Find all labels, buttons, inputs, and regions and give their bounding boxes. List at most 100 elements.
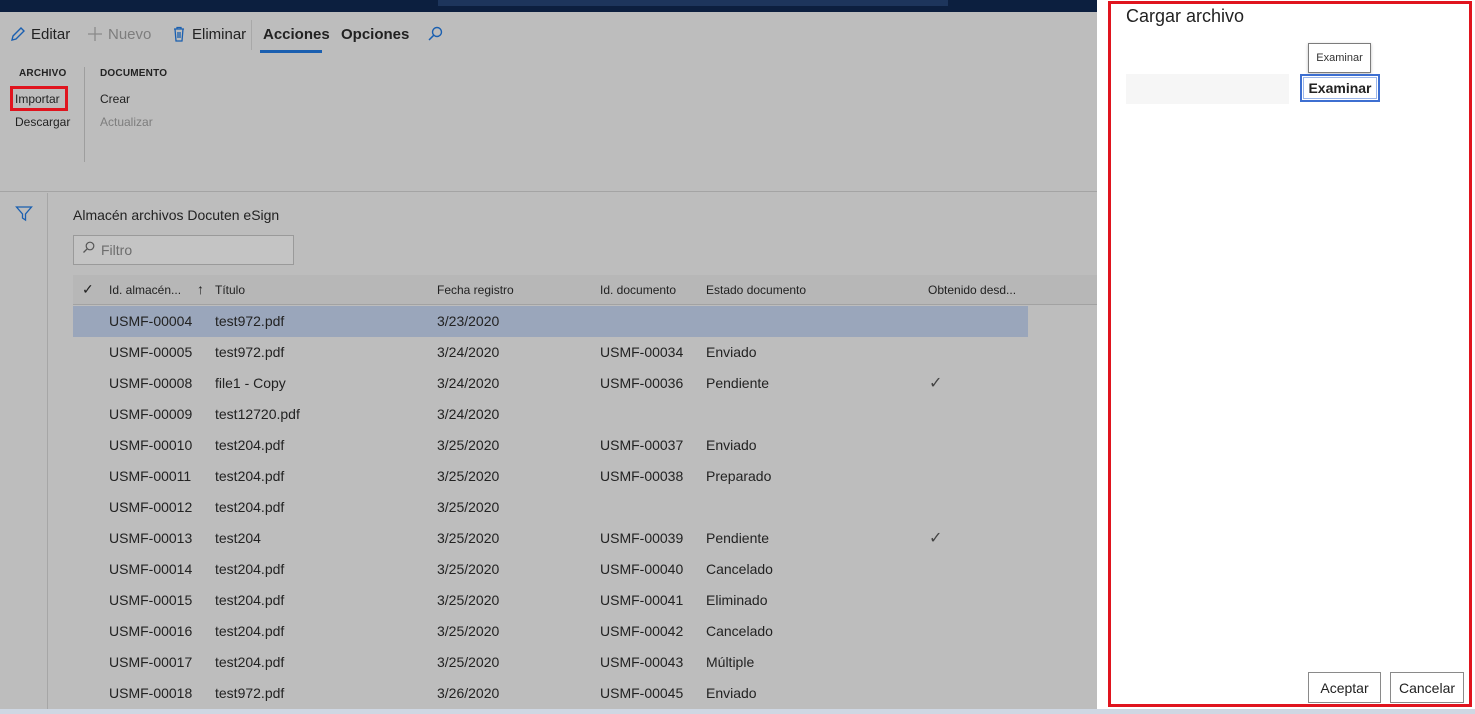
edit-button[interactable]: Editar [10,23,70,45]
global-search-bar[interactable] [438,0,948,6]
cell-estado: Enviado [706,685,757,701]
cell-doc: USMF-00037 [600,437,684,453]
crear-button[interactable]: Crear [100,92,130,106]
cell-fecha: 3/25/2020 [437,499,500,515]
tab-opciones[interactable]: Opciones [341,23,409,45]
column-header-id[interactable]: Id. almacén... [109,283,181,297]
app-window: Editar Nuevo Eliminar Acciones Opciones [0,0,1475,714]
cell-doc: USMF-00042 [600,623,684,639]
new-button[interactable]: Nuevo [87,23,151,45]
action-toolbar: Editar Nuevo Eliminar Acciones Opciones [0,12,1097,57]
search-icon [427,26,443,42]
top-navigation-bar [0,0,1097,12]
cell-titulo: test204.pdf [215,499,285,515]
cell-fecha: 3/25/2020 [437,623,500,639]
cell-doc: USMF-00039 [600,530,684,546]
table-row[interactable]: USMF-00005 test972.pdf 3/24/2020 USMF-00034… [73,337,1097,368]
delete-label: Eliminar [192,25,247,43]
table-row[interactable]: USMF-00010 test204.pdf 3/25/2020 USMF-00037… [73,430,1097,461]
column-header-titulo[interactable]: Título [215,283,245,297]
panel-highlight [1108,1,1472,707]
table-row[interactable]: USMF-00009 test12720.pdf 3/24/2020 [73,399,1097,430]
filter-search-icon [82,241,95,259]
cell-titulo: test972.pdf [215,685,285,701]
cell-id: USMF-00005 [109,344,193,360]
cancel-button[interactable]: Cancelar [1390,672,1464,703]
filter-placeholder: Filtro [101,242,133,258]
documento-group-header: DOCUMENTO [100,68,168,79]
actualizar-button[interactable]: Actualizar [100,115,153,129]
cell-estado: Eliminado [706,592,768,608]
grid-title: Almacén archivos Docuten eSign [73,207,280,223]
cell-estado: Cancelado [706,623,773,639]
tab-acciones-label: Acciones [263,25,330,43]
cell-id: USMF-00018 [109,685,193,701]
upload-file-panel: Cargar archivo Examinar Examinar Aceptar… [1097,0,1475,714]
cell-doc: USMF-00038 [600,468,684,484]
table-row[interactable]: USMF-00008 file1 - Copy 3/24/2020 USMF-0003… [73,368,1097,399]
filter-input[interactable]: Filtro [73,235,294,265]
main-area: Editar Nuevo Eliminar Acciones Opciones [0,0,1097,714]
search-button[interactable] [427,23,443,45]
table-row[interactable]: USMF-00012 test204.pdf 3/25/2020 [73,492,1097,523]
cell-titulo: file1 - Copy [215,375,286,391]
table-row[interactable]: USMF-00016 test204.pdf 3/25/2020 USMF-00042… [73,616,1097,647]
panel-title: Cargar archivo [1126,6,1245,26]
cell-estado: Pendiente [706,530,770,546]
toolbar-divider [251,20,252,50]
cell-fecha: 3/25/2020 [437,654,500,670]
cell-id: USMF-00016 [109,623,193,639]
table-row[interactable]: USMF-00004 test972.pdf 3/23/2020 [73,306,1097,337]
column-header-fecha[interactable]: Fecha registro [437,283,514,297]
obtenido-check-icon: ✓ [929,530,943,547]
cell-id: USMF-00009 [109,406,193,422]
filter-rail [0,193,48,714]
browse-button[interactable]: Examinar [1300,74,1380,102]
column-header-estado[interactable]: Estado documento [706,283,806,297]
ribbon-divider [84,67,85,162]
cell-fecha: 3/24/2020 [437,375,500,391]
cell-titulo: test204 [215,530,261,546]
column-header-documento[interactable]: Id. documento [600,283,676,297]
cell-id: USMF-00015 [109,592,193,608]
descargar-button[interactable]: Descargar [15,115,70,129]
active-tab-indicator [260,50,322,53]
tab-acciones[interactable]: Acciones [263,23,330,45]
grid-rows: USMF-00004 test972.pdf 3/23/2020 USMF-00005… [73,306,1097,709]
trash-icon [171,26,187,42]
cell-estado: Múltiple [706,654,755,670]
cell-doc: USMF-00045 [600,685,684,701]
cell-doc: USMF-00043 [600,654,684,670]
cell-titulo: test204.pdf [215,623,285,639]
tab-opciones-label: Opciones [341,25,410,43]
sort-ascending-icon[interactable]: ↑ [197,281,204,297]
table-row[interactable]: USMF-00011 test204.pdf 3/25/2020 USMF-00038… [73,461,1097,492]
cell-fecha: 3/25/2020 [437,530,500,546]
plus-icon [87,26,103,42]
importar-highlight [10,86,68,111]
column-header-obtenido[interactable]: Obtenido desd... [928,283,1016,297]
table-row[interactable]: USMF-00017 test204.pdf 3/25/2020 USMF-00043… [73,647,1097,678]
cell-fecha: 3/25/2020 [437,468,500,484]
table-row[interactable]: USMF-00015 test204.pdf 3/25/2020 USMF-00041… [73,585,1097,616]
cell-titulo: test204.pdf [215,654,285,670]
cell-titulo: test204.pdf [215,592,285,608]
delete-button[interactable]: Eliminar [171,23,246,45]
cell-estado: Enviado [706,344,757,360]
file-path-field[interactable] [1126,74,1289,104]
table-row[interactable]: USMF-00013 test204 3/25/2020 USMF-00039 Pend… [73,523,1097,554]
select-all-check-icon[interactable]: ✓ [82,281,94,298]
filter-icon[interactable] [15,205,33,223]
accept-button[interactable]: Aceptar [1308,672,1381,703]
pencil-icon [10,26,26,42]
table-row[interactable]: USMF-00018 test972.pdf 3/26/2020 USMF-00045… [73,678,1097,709]
bottom-scroll-strip [0,709,1475,714]
cell-estado: Pendiente [706,375,770,391]
cell-fecha: 3/24/2020 [437,344,500,360]
grid-content: Almacén archivos Docuten eSign Filtro ✓ … [0,193,1097,714]
cell-id: USMF-00014 [109,561,193,577]
cell-doc: USMF-00034 [600,344,684,360]
cell-id: USMF-00017 [109,654,193,670]
table-row[interactable]: USMF-00014 test204.pdf 3/25/2020 USMF-00040… [73,554,1097,585]
archivo-group-header: ARCHIVO [19,68,67,79]
